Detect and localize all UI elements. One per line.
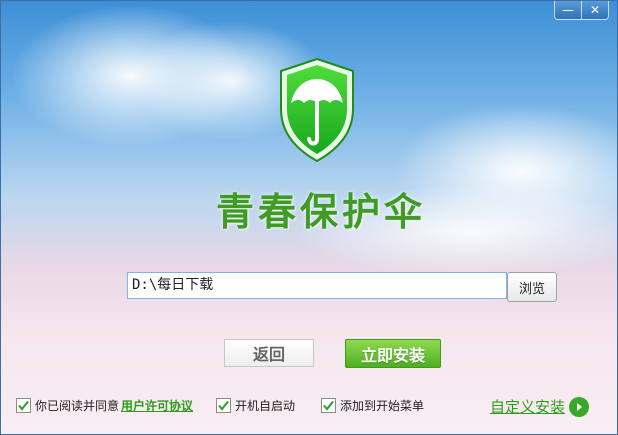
arrow-right-icon xyxy=(569,396,590,417)
startmenu-option: 添加到开始菜单 xyxy=(321,397,424,413)
back-button[interactable]: 返回 xyxy=(224,339,314,367)
install-path-input[interactable] xyxy=(127,272,507,299)
browse-button[interactable]: 浏览 xyxy=(507,272,557,302)
custom-install-label: 自定义安装 xyxy=(490,398,566,416)
autostart-checkbox[interactable] xyxy=(216,397,231,413)
app-title: 青春保护伞 xyxy=(215,189,426,234)
license-agreement-link[interactable]: 用户许可协议 xyxy=(121,397,193,414)
autostart-option: 开机自启动 xyxy=(216,397,295,413)
agree-text: 你已阅读并同意 xyxy=(35,398,120,413)
install-now-button[interactable]: 立即安装 xyxy=(345,339,441,368)
window-controls: — ✕ xyxy=(554,1,609,20)
custom-install-link[interactable]: 自定义安装 xyxy=(490,396,590,417)
minimize-button[interactable]: — xyxy=(554,1,582,20)
agree-option: 你已阅读并同意 用户许可协议 xyxy=(16,397,193,413)
umbrella-shield-icon xyxy=(277,57,357,163)
startmenu-checkbox[interactable] xyxy=(321,397,336,413)
installer-window: — ✕ 青春保护伞 浏览 返回 立即安装 你已阅读并同意 用户许可协议 xyxy=(0,0,618,435)
autostart-label: 开机自启动 xyxy=(235,398,296,413)
startmenu-label: 添加到开始菜单 xyxy=(340,398,425,413)
close-button[interactable]: ✕ xyxy=(582,1,609,20)
agree-checkbox[interactable] xyxy=(16,397,31,413)
